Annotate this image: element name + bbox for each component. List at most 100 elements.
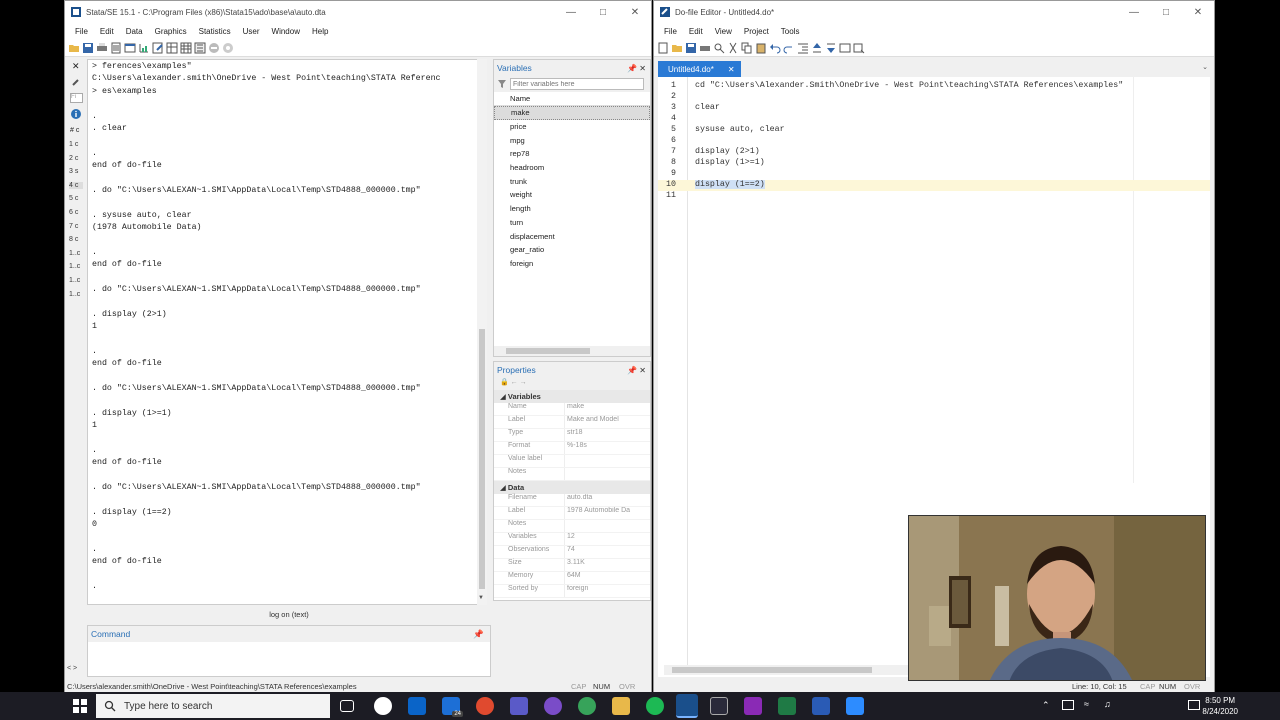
variable-row[interactable]: length bbox=[494, 202, 650, 216]
save-icon[interactable] bbox=[82, 42, 94, 54]
property-value[interactable] bbox=[564, 455, 650, 467]
paste-icon[interactable] bbox=[755, 42, 767, 54]
find-icon[interactable] bbox=[713, 42, 725, 54]
onenote-icon[interactable] bbox=[744, 697, 762, 715]
file-explorer-icon[interactable] bbox=[612, 697, 630, 715]
code-line[interactable]: 10 display (1==2) bbox=[658, 180, 1210, 191]
battery-icon[interactable] bbox=[1062, 700, 1074, 710]
property-value[interactable]: make bbox=[564, 403, 650, 415]
tab-untitled4[interactable]: Untitled4.do* ✕ bbox=[658, 61, 741, 77]
teams-icon[interactable] bbox=[510, 697, 528, 715]
break-icon[interactable] bbox=[208, 42, 220, 54]
menu-item[interactable]: View bbox=[709, 27, 738, 36]
variable-row[interactable]: trunk bbox=[494, 174, 650, 188]
history-item[interactable]: 4 c bbox=[69, 181, 83, 189]
menu-item[interactable]: Project bbox=[738, 27, 775, 36]
wrench-icon[interactable] bbox=[71, 77, 81, 87]
menu-item[interactable]: Data bbox=[120, 27, 149, 36]
wifi-icon[interactable]: ≈ bbox=[1084, 699, 1089, 709]
lock-icon[interactable]: 🔒 bbox=[500, 379, 509, 386]
variable-row[interactable]: displacement bbox=[494, 229, 650, 243]
property-value[interactable]: Make and Model bbox=[564, 416, 650, 428]
variable-row[interactable]: foreign bbox=[494, 257, 650, 271]
variable-row[interactable]: turn bbox=[494, 216, 650, 230]
code-line[interactable]: 3 clear bbox=[658, 103, 1210, 114]
word-icon[interactable] bbox=[812, 697, 830, 715]
bookmark-down-icon[interactable] bbox=[825, 42, 837, 54]
taskbar-clock[interactable]: 8:50 PM 8/24/2020 bbox=[1202, 695, 1238, 717]
arrow-right-icon[interactable]: → bbox=[520, 379, 527, 386]
variable-row[interactable]: gear_ratio bbox=[494, 243, 650, 257]
property-value[interactable] bbox=[564, 468, 650, 480]
history-item[interactable]: 1 c bbox=[69, 141, 78, 148]
code-line[interactable]: 8 display (1>=1) bbox=[658, 158, 1210, 169]
redo-icon[interactable] bbox=[783, 42, 795, 54]
code-line[interactable]: 7 display (2>1) bbox=[658, 147, 1210, 158]
stata-secondary-icon[interactable] bbox=[710, 697, 728, 715]
history-item[interactable]: 8 c bbox=[69, 236, 78, 243]
print-icon[interactable] bbox=[699, 42, 711, 54]
chrome-icon[interactable] bbox=[476, 697, 494, 715]
code-line[interactable]: 4 bbox=[658, 114, 1210, 125]
history-item[interactable]: 7 c bbox=[69, 223, 78, 230]
windows-start-icon[interactable] bbox=[72, 698, 88, 714]
close-icon[interactable]: ✕ bbox=[619, 1, 651, 23]
menu-item[interactable]: Edit bbox=[683, 27, 709, 36]
taskbar-search-input[interactable]: Type here to search bbox=[96, 694, 330, 718]
menu-item[interactable]: Statistics bbox=[193, 27, 237, 36]
menu-item[interactable]: Tools bbox=[775, 27, 806, 36]
task-view-icon[interactable] bbox=[340, 700, 354, 712]
variables-hscrollbar[interactable] bbox=[494, 346, 650, 356]
undo-icon[interactable] bbox=[769, 42, 781, 54]
volume-icon[interactable]: ♫ bbox=[1104, 699, 1111, 709]
chevron-down-icon[interactable]: ▼ bbox=[478, 595, 484, 601]
property-value[interactable]: str18 bbox=[564, 429, 650, 441]
variables-manager-icon[interactable] bbox=[194, 42, 206, 54]
menu-item[interactable]: Help bbox=[306, 27, 334, 36]
indent-icon[interactable] bbox=[797, 42, 809, 54]
code-line[interactable]: 6 bbox=[658, 136, 1210, 147]
excel-icon[interactable] bbox=[778, 697, 796, 715]
meeting-app-icon[interactable] bbox=[544, 697, 562, 715]
menu-item[interactable]: File bbox=[658, 27, 683, 36]
property-value[interactable]: 12 bbox=[564, 533, 650, 545]
property-value[interactable]: 1978 Automobile Da bbox=[564, 507, 650, 519]
minimize-icon[interactable]: — bbox=[1118, 1, 1150, 23]
open-icon[interactable] bbox=[68, 42, 80, 54]
filter-icon[interactable] bbox=[498, 80, 506, 88]
pin-icon[interactable]: 📌 bbox=[473, 629, 484, 640]
graph-icon[interactable] bbox=[138, 42, 150, 54]
code-line[interactable]: 9 bbox=[658, 169, 1210, 180]
zoom-icon[interactable] bbox=[846, 697, 864, 715]
history-item[interactable]: 5 c bbox=[69, 195, 78, 202]
history-item[interactable]: 6 c bbox=[69, 209, 78, 216]
variable-row[interactable]: price bbox=[494, 120, 650, 134]
stata-taskbar-icon[interactable] bbox=[676, 694, 698, 718]
command-window[interactable]: Command 📌 bbox=[87, 625, 491, 677]
property-value[interactable] bbox=[564, 520, 650, 532]
outlook-icon[interactable] bbox=[408, 697, 426, 715]
variable-row[interactable]: make bbox=[494, 106, 650, 120]
data-browser-icon[interactable] bbox=[180, 42, 192, 54]
code-line[interactable]: 1 cd "C:\Users\Alexander.Smith\OneDrive -… bbox=[658, 81, 1210, 92]
variables-filter-input[interactable] bbox=[510, 78, 644, 90]
property-value[interactable]: foreign bbox=[564, 585, 650, 597]
notifications-icon[interactable] bbox=[1188, 700, 1200, 710]
results-scrollbar[interactable]: ▼ bbox=[477, 59, 487, 605]
maximize-icon[interactable]: □ bbox=[1150, 1, 1182, 23]
tab-close-icon[interactable]: ✕ bbox=[728, 65, 735, 74]
more-icon[interactable] bbox=[222, 42, 234, 54]
variable-row[interactable]: headroom bbox=[494, 161, 650, 175]
copy-icon[interactable] bbox=[741, 42, 753, 54]
prop-data-section[interactable]: ◢ Data bbox=[494, 481, 650, 494]
tray-chevron-icon[interactable]: ⌃ bbox=[1042, 700, 1050, 711]
info-icon[interactable] bbox=[71, 109, 81, 119]
history-item[interactable]: 1..c bbox=[69, 250, 80, 257]
prop-variables-section[interactable]: ◢ Variables bbox=[494, 390, 650, 403]
cut-icon[interactable] bbox=[727, 42, 739, 54]
maximize-icon[interactable]: □ bbox=[587, 1, 619, 23]
property-value[interactable]: 74 bbox=[564, 546, 650, 558]
open-icon[interactable] bbox=[671, 42, 683, 54]
menu-item[interactable]: Graphics bbox=[149, 27, 193, 36]
history-item[interactable]: 2 c bbox=[69, 155, 78, 162]
